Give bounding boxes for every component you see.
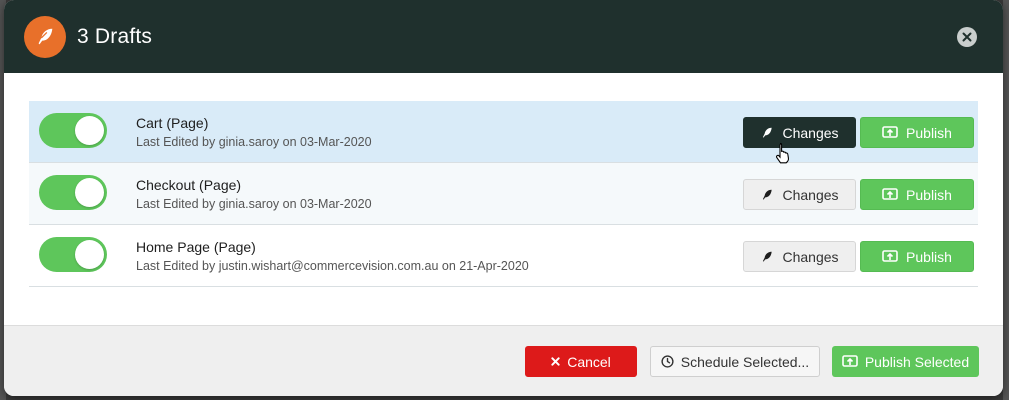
- draft-info: Cart (Page) Last Edited by ginia.saroy o…: [136, 115, 372, 149]
- changes-button[interactable]: Changes: [743, 179, 856, 210]
- publish-label: Publish: [906, 248, 952, 265]
- modal-title: 3 Drafts: [77, 24, 153, 48]
- changes-button[interactable]: Changes: [743, 117, 856, 148]
- brand-logo: [24, 15, 66, 58]
- publish-button[interactable]: Publish: [860, 179, 974, 210]
- draft-name: Checkout (Page): [136, 177, 242, 193]
- x-icon: [551, 357, 560, 366]
- changes-label: Changes: [782, 186, 839, 203]
- toggle-knob: [75, 240, 104, 269]
- draft-select-toggle[interactable]: [39, 237, 107, 272]
- draft-meta: Last Edited by ginia.saroy on 03-Mar-202…: [136, 135, 372, 149]
- changes-button[interactable]: Changes: [743, 241, 856, 272]
- draft-select-toggle[interactable]: [39, 113, 107, 148]
- draft-row-home-page: Home Page (Page) Last Edited by justin.w…: [29, 225, 978, 287]
- draft-row-checkout: Checkout (Page) Last Edited by ginia.sar…: [29, 163, 978, 225]
- schedule-label: Schedule Selected...: [680, 353, 810, 370]
- upload-icon: [882, 249, 898, 264]
- draft-list: Cart (Page) Last Edited by ginia.saroy o…: [29, 101, 978, 287]
- drafts-modal: 3 Drafts Cart (Page) Last Edited by gini…: [4, 0, 1003, 396]
- draft-meta: Last Edited by ginia.saroy on 03-Mar-202…: [136, 197, 372, 211]
- modal-header: 3 Drafts: [4, 0, 1003, 73]
- changes-label: Changes: [782, 124, 839, 141]
- draft-name: Home Page (Page): [136, 239, 256, 255]
- schedule-selected-button[interactable]: Schedule Selected...: [650, 346, 820, 377]
- cancel-label: Cancel: [567, 353, 611, 370]
- publish-selected-button[interactable]: Publish Selected: [832, 346, 979, 377]
- draft-name: Cart (Page): [136, 115, 209, 131]
- feather-icon: [760, 250, 774, 264]
- feather-icon: [760, 126, 774, 140]
- publish-label: Publish: [906, 186, 952, 203]
- draft-row-cart: Cart (Page) Last Edited by ginia.saroy o…: [29, 101, 978, 163]
- cancel-button[interactable]: Cancel: [525, 346, 637, 377]
- feather-icon: [760, 188, 774, 202]
- publish-label: Publish: [906, 124, 952, 141]
- publish-selected-label: Publish Selected: [864, 353, 970, 370]
- upload-icon: [882, 125, 898, 140]
- draft-info: Checkout (Page) Last Edited by ginia.sar…: [136, 177, 372, 211]
- publish-button[interactable]: Publish: [860, 117, 974, 148]
- upload-icon: [842, 354, 858, 369]
- close-icon: [962, 32, 972, 42]
- modal-footer: Cancel Schedule Selected... Publish Sele…: [4, 325, 1003, 396]
- toggle-knob: [75, 116, 104, 145]
- draft-info: Home Page (Page) Last Edited by justin.w…: [136, 239, 529, 273]
- close-button[interactable]: [957, 27, 977, 47]
- publish-button[interactable]: Publish: [860, 241, 974, 272]
- draft-select-toggle[interactable]: [39, 175, 107, 210]
- pointer-hand-icon: [774, 142, 792, 169]
- clock-icon: [661, 355, 674, 368]
- backdrop-edge-right: [1003, 0, 1009, 400]
- feather-icon: [38, 28, 53, 44]
- draft-meta: Last Edited by justin.wishart@commercevi…: [136, 259, 529, 273]
- changes-label: Changes: [782, 248, 839, 265]
- upload-icon: [882, 187, 898, 202]
- toggle-knob: [75, 178, 104, 207]
